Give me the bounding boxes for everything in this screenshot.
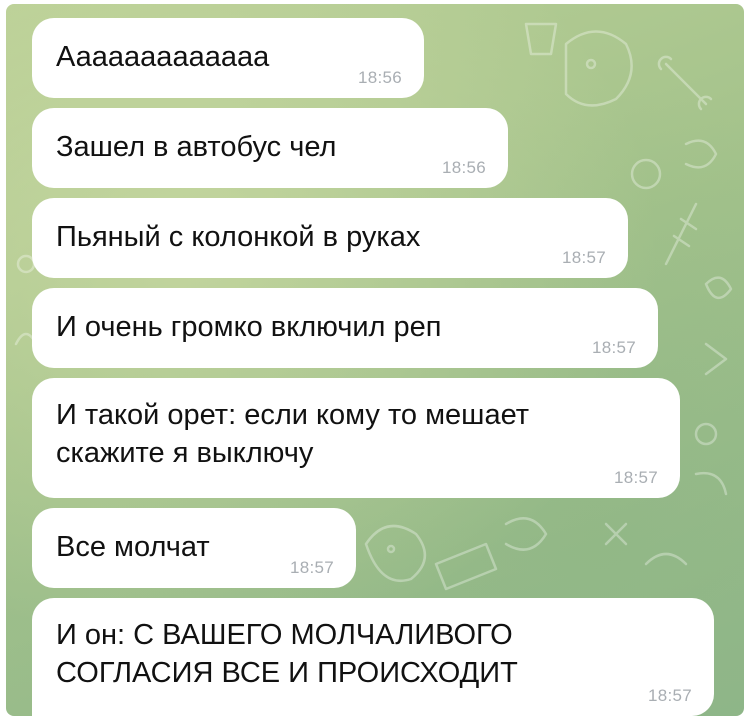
cup-doodle (524, 22, 558, 56)
message-time: 18:57 (561, 248, 606, 267)
dot-doodle (694, 422, 718, 446)
message-time: 18:56 (357, 68, 402, 87)
message-text: И очень громко включил реп (56, 311, 442, 343)
message-text: И он: С ВАШЕГО МОЛЧАЛИВОГО СОГЛАСИЯ ВСЕ … (56, 616, 518, 692)
message-bubble[interactable]: Ааааааааааааа 18:56 (32, 18, 424, 98)
dog-eye-doodle (585, 58, 597, 70)
message-bubble[interactable]: И такой орет: если кому то мешает скажит… (32, 378, 680, 498)
smiley-eye-doodle (386, 544, 396, 554)
candy-bar-doodle (434, 542, 498, 591)
curve-doodle (694, 471, 728, 496)
message-bubble[interactable]: Зашел в автобус чел 18:56 (32, 108, 508, 188)
message-line: И он: С ВАШЕГО МОЛЧАЛИВОГО (56, 619, 513, 651)
message-text: Зашел в автобус чел (56, 131, 337, 163)
message-bubble[interactable]: И очень громко включил реп 18:57 (32, 288, 658, 368)
message-time: 18:57 (613, 468, 658, 487)
message-text: Ааааааааааааа (56, 41, 270, 73)
message-text: И такой орет: если кому то мешает скажит… (56, 396, 529, 472)
arrow-doodle (704, 342, 728, 376)
message-time: 18:57 (289, 558, 334, 577)
cross-doodle (604, 522, 628, 546)
chat-view[interactable]: Ааааааааааааа 18:56 Зашел в автобус чел … (6, 4, 744, 716)
message-line: СОГЛАСИЯ ВСЕ И ПРОИСХОДИТ (56, 657, 518, 689)
message-bubble[interactable]: Все молчат 18:57 (32, 508, 356, 588)
blob-doodle (504, 517, 548, 551)
candy-doodle (664, 202, 698, 266)
arc-doodle (644, 552, 688, 566)
message-bubble[interactable]: Пьяный с колонкой в руках 18:57 (32, 198, 628, 278)
message-time: 18:57 (647, 686, 692, 705)
smiley-doodle (364, 524, 426, 582)
message-text: Пьяный с колонкой в руках (56, 221, 421, 253)
circle-doodle (630, 158, 662, 190)
message-time: 18:56 (441, 158, 486, 177)
leaf-doodle (684, 139, 718, 169)
heart-doodle (704, 276, 733, 299)
message-bubble[interactable]: И он: С ВАШЕГО МОЛЧАЛИВОГО СОГЛАСИЯ ВСЕ … (32, 598, 714, 716)
message-line: скажите я выключу (56, 437, 314, 469)
message-line: И такой орет: если кому то мешает (56, 399, 530, 431)
dog-doodle (564, 30, 633, 107)
bone-doodle (657, 55, 713, 111)
message-text: Все молчат (56, 531, 210, 563)
message-time: 18:57 (591, 338, 636, 357)
